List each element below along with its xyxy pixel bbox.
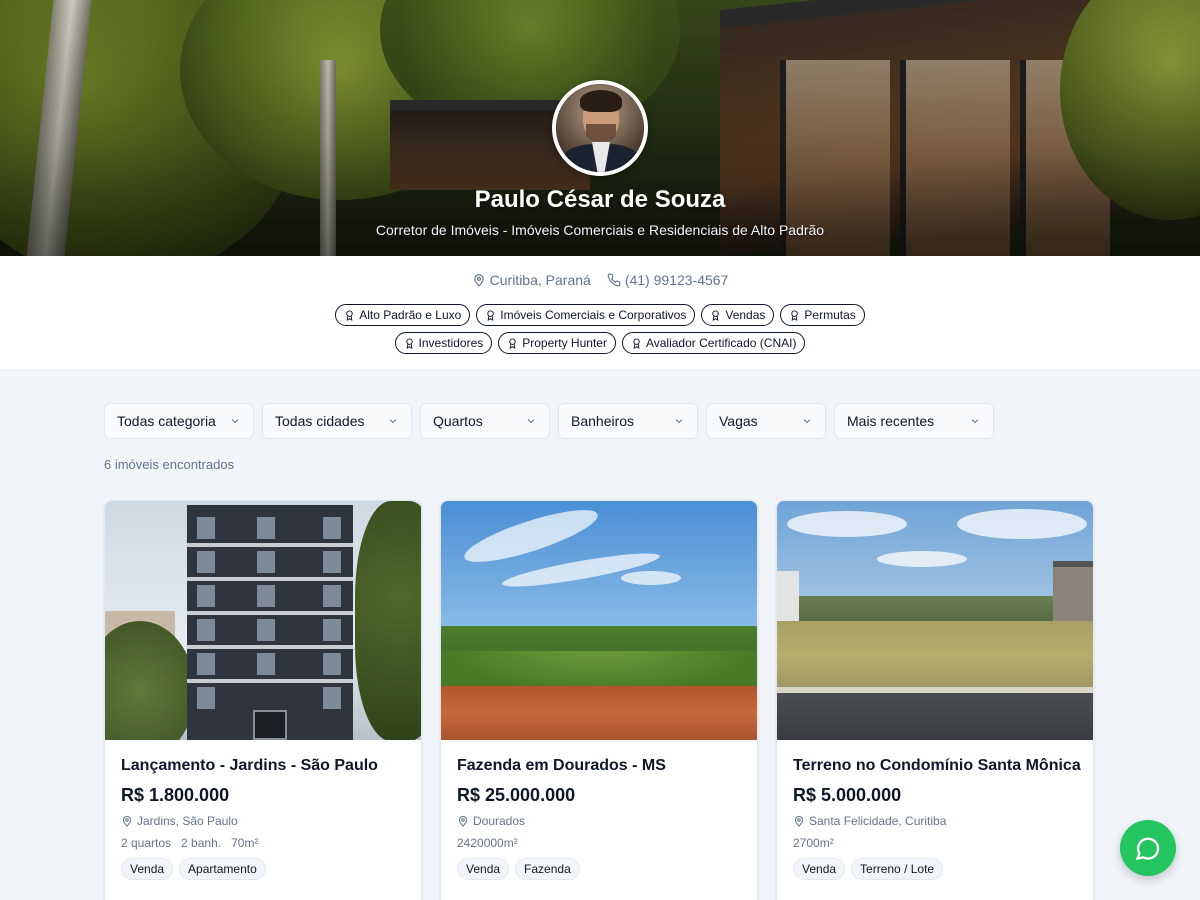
specialty-label: Investidores: [418, 336, 484, 350]
bathrooms-count: 2 banh.: [181, 836, 222, 850]
filter-label: Vagas: [719, 413, 758, 429]
listing-tags: Venda Terreno / Lote: [793, 858, 1083, 880]
specialty-tag: Avaliador Certificado (CNAI): [621, 332, 806, 354]
location-text: Curitiba, Paraná: [489, 272, 591, 288]
type-badge: Apartamento: [179, 858, 266, 880]
sort-select[interactable]: Mais recentes: [834, 403, 994, 439]
specialties-row: Investidores Property Hunter Avaliador C…: [0, 332, 1200, 354]
phone-icon: [607, 273, 621, 287]
specialty-label: Vendas: [725, 308, 766, 322]
transaction-badge: Venda: [121, 858, 174, 880]
filter-label: Todas cidades: [275, 413, 365, 429]
listing-photo[interactable]: [105, 501, 421, 740]
award-icon: [487, 309, 495, 321]
listing-location-text: Jardins, São Paulo: [137, 814, 238, 828]
agent-avatar: [552, 80, 648, 176]
listing-tags: Venda Fazenda: [457, 858, 747, 880]
listing-tags: Venda Apartamento: [121, 858, 411, 880]
listing-features: 2 quartos 2 banh. 70m²: [121, 836, 411, 850]
map-pin-icon: [458, 816, 468, 827]
type-badge: Fazenda: [515, 858, 580, 880]
listing-location: Jardins, São Paulo: [121, 814, 411, 828]
listing-photo[interactable]: [777, 501, 1093, 740]
listing-price: R$ 5.000.000: [793, 785, 902, 805]
transaction-badge: Venda: [457, 858, 510, 880]
listing-location: Santa Felicidade, Curitiba: [793, 814, 1083, 828]
agent-name: Paulo César de Souza: [474, 186, 726, 213]
award-icon: [405, 337, 413, 349]
listing-photo[interactable]: [441, 501, 757, 740]
transaction-badge: Venda: [793, 858, 846, 880]
chevron-down-icon: [389, 419, 397, 424]
award-icon: [633, 337, 640, 349]
bedrooms-count: 2 quartos: [121, 836, 172, 850]
award-icon: [346, 309, 353, 321]
listing-location: Dourados: [457, 814, 747, 828]
chevron-down-icon: [231, 419, 239, 424]
type-badge: Terreno / Lote: [851, 858, 944, 880]
bathrooms-filter[interactable]: Banheiros: [558, 403, 698, 439]
filter-bar: Todas categoria Todas cidades Quartos Ba…: [104, 403, 994, 439]
area-size: 70m²: [231, 836, 259, 850]
chevron-down-icon: [527, 419, 535, 424]
listing-price: R$ 1.800.000: [121, 785, 230, 805]
listing-details: Lançamento - Jardins - São Paulo R$ 1.80…: [121, 757, 411, 880]
listing-location-text: Santa Felicidade, Curitiba: [809, 814, 947, 828]
specialty-tag: Permutas: [780, 304, 865, 326]
specialty-tag: Investidores: [394, 332, 493, 354]
chevron-down-icon: [803, 419, 811, 424]
listing-features: 2420000m²: [457, 836, 747, 850]
map-pin-icon: [122, 816, 132, 827]
chevron-down-icon: [971, 419, 979, 424]
specialty-label: Imóveis Comerciais e Corporativos: [500, 308, 687, 322]
specialty-tag: Vendas: [701, 304, 775, 326]
specialty-label: Avaliador Certificado (CNAI): [645, 336, 797, 350]
listing-details: Fazenda em Dourados - MS R$ 25.000.000 D…: [457, 757, 747, 880]
specialty-tag: Property Hunter: [498, 332, 616, 354]
map-pin-icon: [473, 274, 484, 287]
filter-label: Mais recentes: [847, 413, 935, 429]
listing-details: Terreno no Condomínio Santa Mônica R$ 5.…: [793, 757, 1083, 880]
listing-title[interactable]: Fazenda em Dourados - MS: [457, 757, 747, 775]
category-filter[interactable]: Todas categoria: [104, 403, 254, 439]
filter-label: Todas categoria: [117, 413, 216, 429]
listing-title[interactable]: Lançamento - Jardins - São Paulo: [121, 757, 411, 775]
specialty-label: Property Hunter: [522, 336, 607, 350]
location-info: Curitiba, Paraná: [472, 272, 591, 288]
parking-filter[interactable]: Vagas: [706, 403, 826, 439]
award-icon: [509, 337, 516, 349]
phone-text[interactable]: (41) 99123-4567: [625, 272, 729, 288]
listing-price: R$ 25.000.000: [457, 785, 576, 805]
specialty-label: Alto Padrão e Luxo: [359, 308, 462, 322]
specialty-tag: Imóveis Comerciais e Corporativos: [476, 304, 696, 326]
agent-subtitle: Corretor de Imóveis - Imóveis Comerciais…: [375, 222, 825, 238]
listing-card[interactable]: Lançamento - Jardins - São Paulo R$ 1.80…: [104, 500, 422, 900]
award-icon: [712, 309, 720, 321]
phone-info[interactable]: (41) 99123-4567: [607, 272, 729, 288]
whatsapp-icon: [1135, 837, 1160, 861]
profile-info-section: Curitiba, Paraná (41) 99123-4567 Alto Pa…: [0, 256, 1200, 371]
award-icon: [791, 309, 799, 321]
city-filter[interactable]: Todas cidades: [262, 403, 412, 439]
whatsapp-chat-button[interactable]: [1120, 820, 1176, 876]
specialty-label: Permutas: [804, 308, 856, 322]
specialty-tag: Alto Padrão e Luxo: [335, 304, 471, 326]
area-size: 2700m²: [793, 836, 834, 850]
specialties-row: Alto Padrão e Luxo Imóveis Comerciais e …: [0, 304, 1200, 326]
filter-label: Banheiros: [571, 413, 635, 429]
listing-features: 2700m²: [793, 836, 1083, 850]
filter-label: Quartos: [433, 413, 483, 429]
listing-card[interactable]: Terreno no Condomínio Santa Mônica R$ 5.…: [776, 500, 1094, 900]
map-pin-icon: [794, 816, 804, 827]
listing-title[interactable]: Terreno no Condomínio Santa Mônica: [793, 757, 1083, 775]
chevron-down-icon: [675, 419, 683, 424]
listing-location-text: Dourados: [473, 814, 526, 828]
listing-card[interactable]: Fazenda em Dourados - MS R$ 25.000.000 D…: [440, 500, 758, 900]
results-count: 6 imóveis encontrados: [104, 457, 235, 472]
area-size: 2420000m²: [457, 836, 518, 850]
contact-info: Curitiba, Paraná (41) 99123-4567: [0, 272, 1200, 288]
bedrooms-filter[interactable]: Quartos: [420, 403, 550, 439]
